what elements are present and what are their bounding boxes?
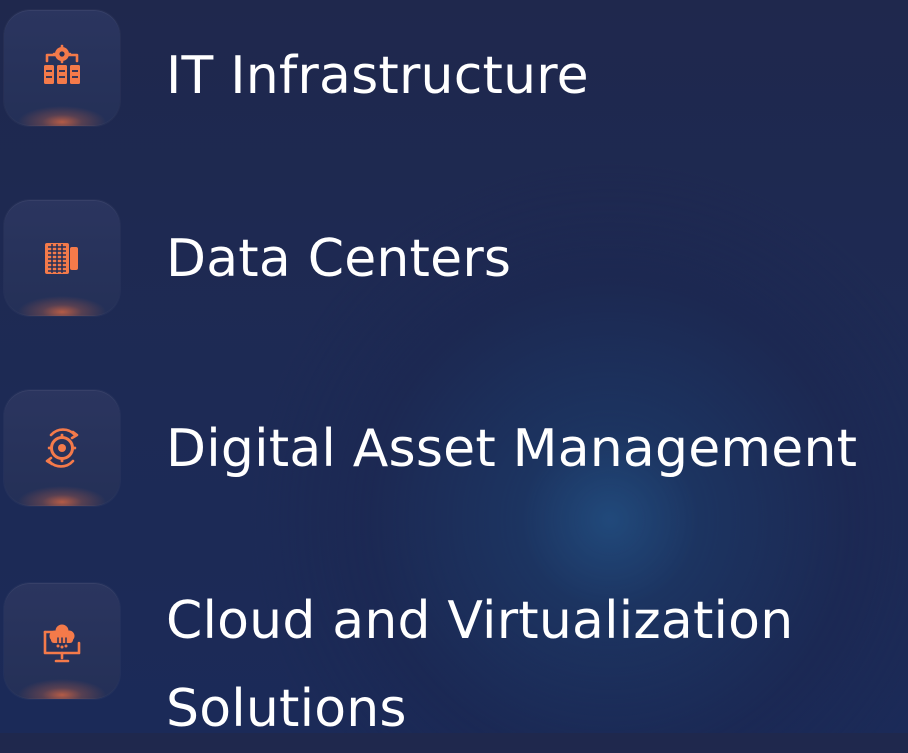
data-center-building-icon <box>32 228 92 288</box>
service-icon-tile <box>4 390 120 506</box>
service-label: Data Centers <box>166 229 512 289</box>
server-gear-icon <box>32 38 92 98</box>
service-label: Cloud and Virtualization Solutions <box>166 591 794 739</box>
service-label: Digital Asset Management <box>166 419 858 479</box>
cloud-monitor-icon <box>32 611 92 671</box>
service-icon-tile <box>4 583 120 699</box>
service-icon-tile <box>4 200 120 316</box>
gear-sync-icon <box>32 418 92 478</box>
service-label: IT Infrastructure <box>166 46 589 106</box>
service-icon-tile <box>4 10 120 126</box>
